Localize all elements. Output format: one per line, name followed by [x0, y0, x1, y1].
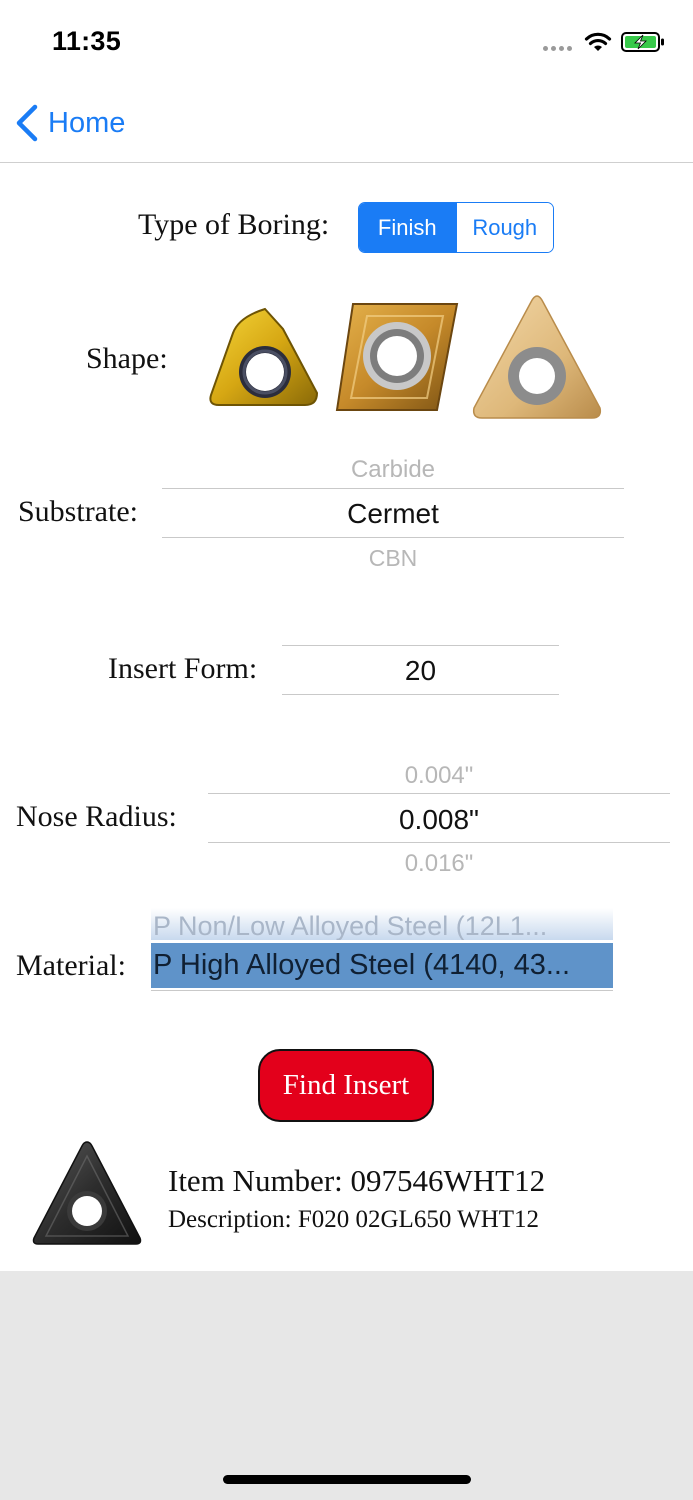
nose-radius-option-below[interactable]: 0.016" — [208, 850, 670, 878]
shape-label: Shape: — [86, 342, 168, 375]
insert-form-label: Insert Form: — [108, 652, 258, 685]
back-button[interactable]: Home — [14, 103, 125, 143]
material-selected[interactable]: P High Alloyed Steel (4140, 43... — [153, 949, 570, 982]
triangle-cermet-insert-icon[interactable] — [470, 294, 604, 422]
result-description: Description: F020 02GL650 WHT12 — [168, 1206, 540, 1233]
back-label: Home — [48, 106, 126, 139]
insert-form-line-bottom — [282, 694, 559, 695]
result-item-number: Item Number: 097546WHT12 — [168, 1163, 546, 1198]
chevron-left-icon — [16, 104, 38, 142]
nav-divider — [0, 162, 693, 163]
substrate-picker-line-top — [162, 488, 624, 489]
substrate-option-above[interactable]: Carbide — [162, 456, 624, 484]
trigon-gold-insert-icon[interactable] — [205, 305, 321, 413]
battery-charging-icon — [621, 32, 664, 52]
substrate-selected[interactable]: Cermet — [162, 498, 624, 530]
material-option-above-row[interactable]: P Non/Low Alloyed Steel (12L1... — [151, 908, 613, 940]
material-picker[interactable]: P Non/Low Alloyed Steel (12L1... P High … — [151, 908, 613, 994]
boring-type-segmented-control[interactable]: Finish Rough — [358, 202, 554, 253]
nose-radius-line-bottom — [208, 842, 670, 843]
material-option-above[interactable]: P Non/Low Alloyed Steel (12L1... — [153, 911, 547, 940]
substrate-label: Substrate: — [18, 495, 138, 528]
nose-radius-option-above[interactable]: 0.004" — [208, 762, 670, 790]
home-indicator[interactable] — [223, 1475, 471, 1484]
result-insert-icon — [32, 1141, 142, 1245]
substrate-picker-line-bottom — [162, 537, 624, 538]
segment-finish[interactable]: Finish — [359, 203, 456, 252]
nose-radius-picker[interactable]: 0.004" 0.008" 0.016" — [208, 752, 670, 878]
wifi-icon — [584, 32, 612, 51]
nose-radius-label: Nose Radius: — [16, 800, 177, 833]
material-line-bottom — [151, 990, 613, 991]
insert-form-selected[interactable]: 20 — [282, 655, 559, 687]
material-selected-row[interactable]: P High Alloyed Steel (4140, 43... — [151, 943, 613, 988]
nose-radius-selected[interactable]: 0.008" — [208, 804, 670, 836]
insert-form-picker[interactable]: 20 — [282, 645, 559, 697]
material-label: Material: — [16, 949, 126, 982]
boring-type-label: Type of Boring: — [138, 208, 330, 241]
segment-rough[interactable]: Rough — [455, 203, 553, 252]
insert-form-line-top — [282, 645, 559, 646]
cellular-signal-icon — [543, 46, 577, 52]
rhombic-gold-insert-icon[interactable] — [333, 298, 461, 416]
nose-radius-line-top — [208, 793, 670, 794]
status-time: 11:35 — [52, 26, 122, 56]
substrate-picker[interactable]: Carbide Cermet CBN — [162, 446, 624, 576]
find-insert-button[interactable]: Find Insert — [258, 1049, 434, 1122]
substrate-option-below[interactable]: CBN — [162, 545, 624, 572]
bottom-empty-area — [0, 1271, 693, 1500]
